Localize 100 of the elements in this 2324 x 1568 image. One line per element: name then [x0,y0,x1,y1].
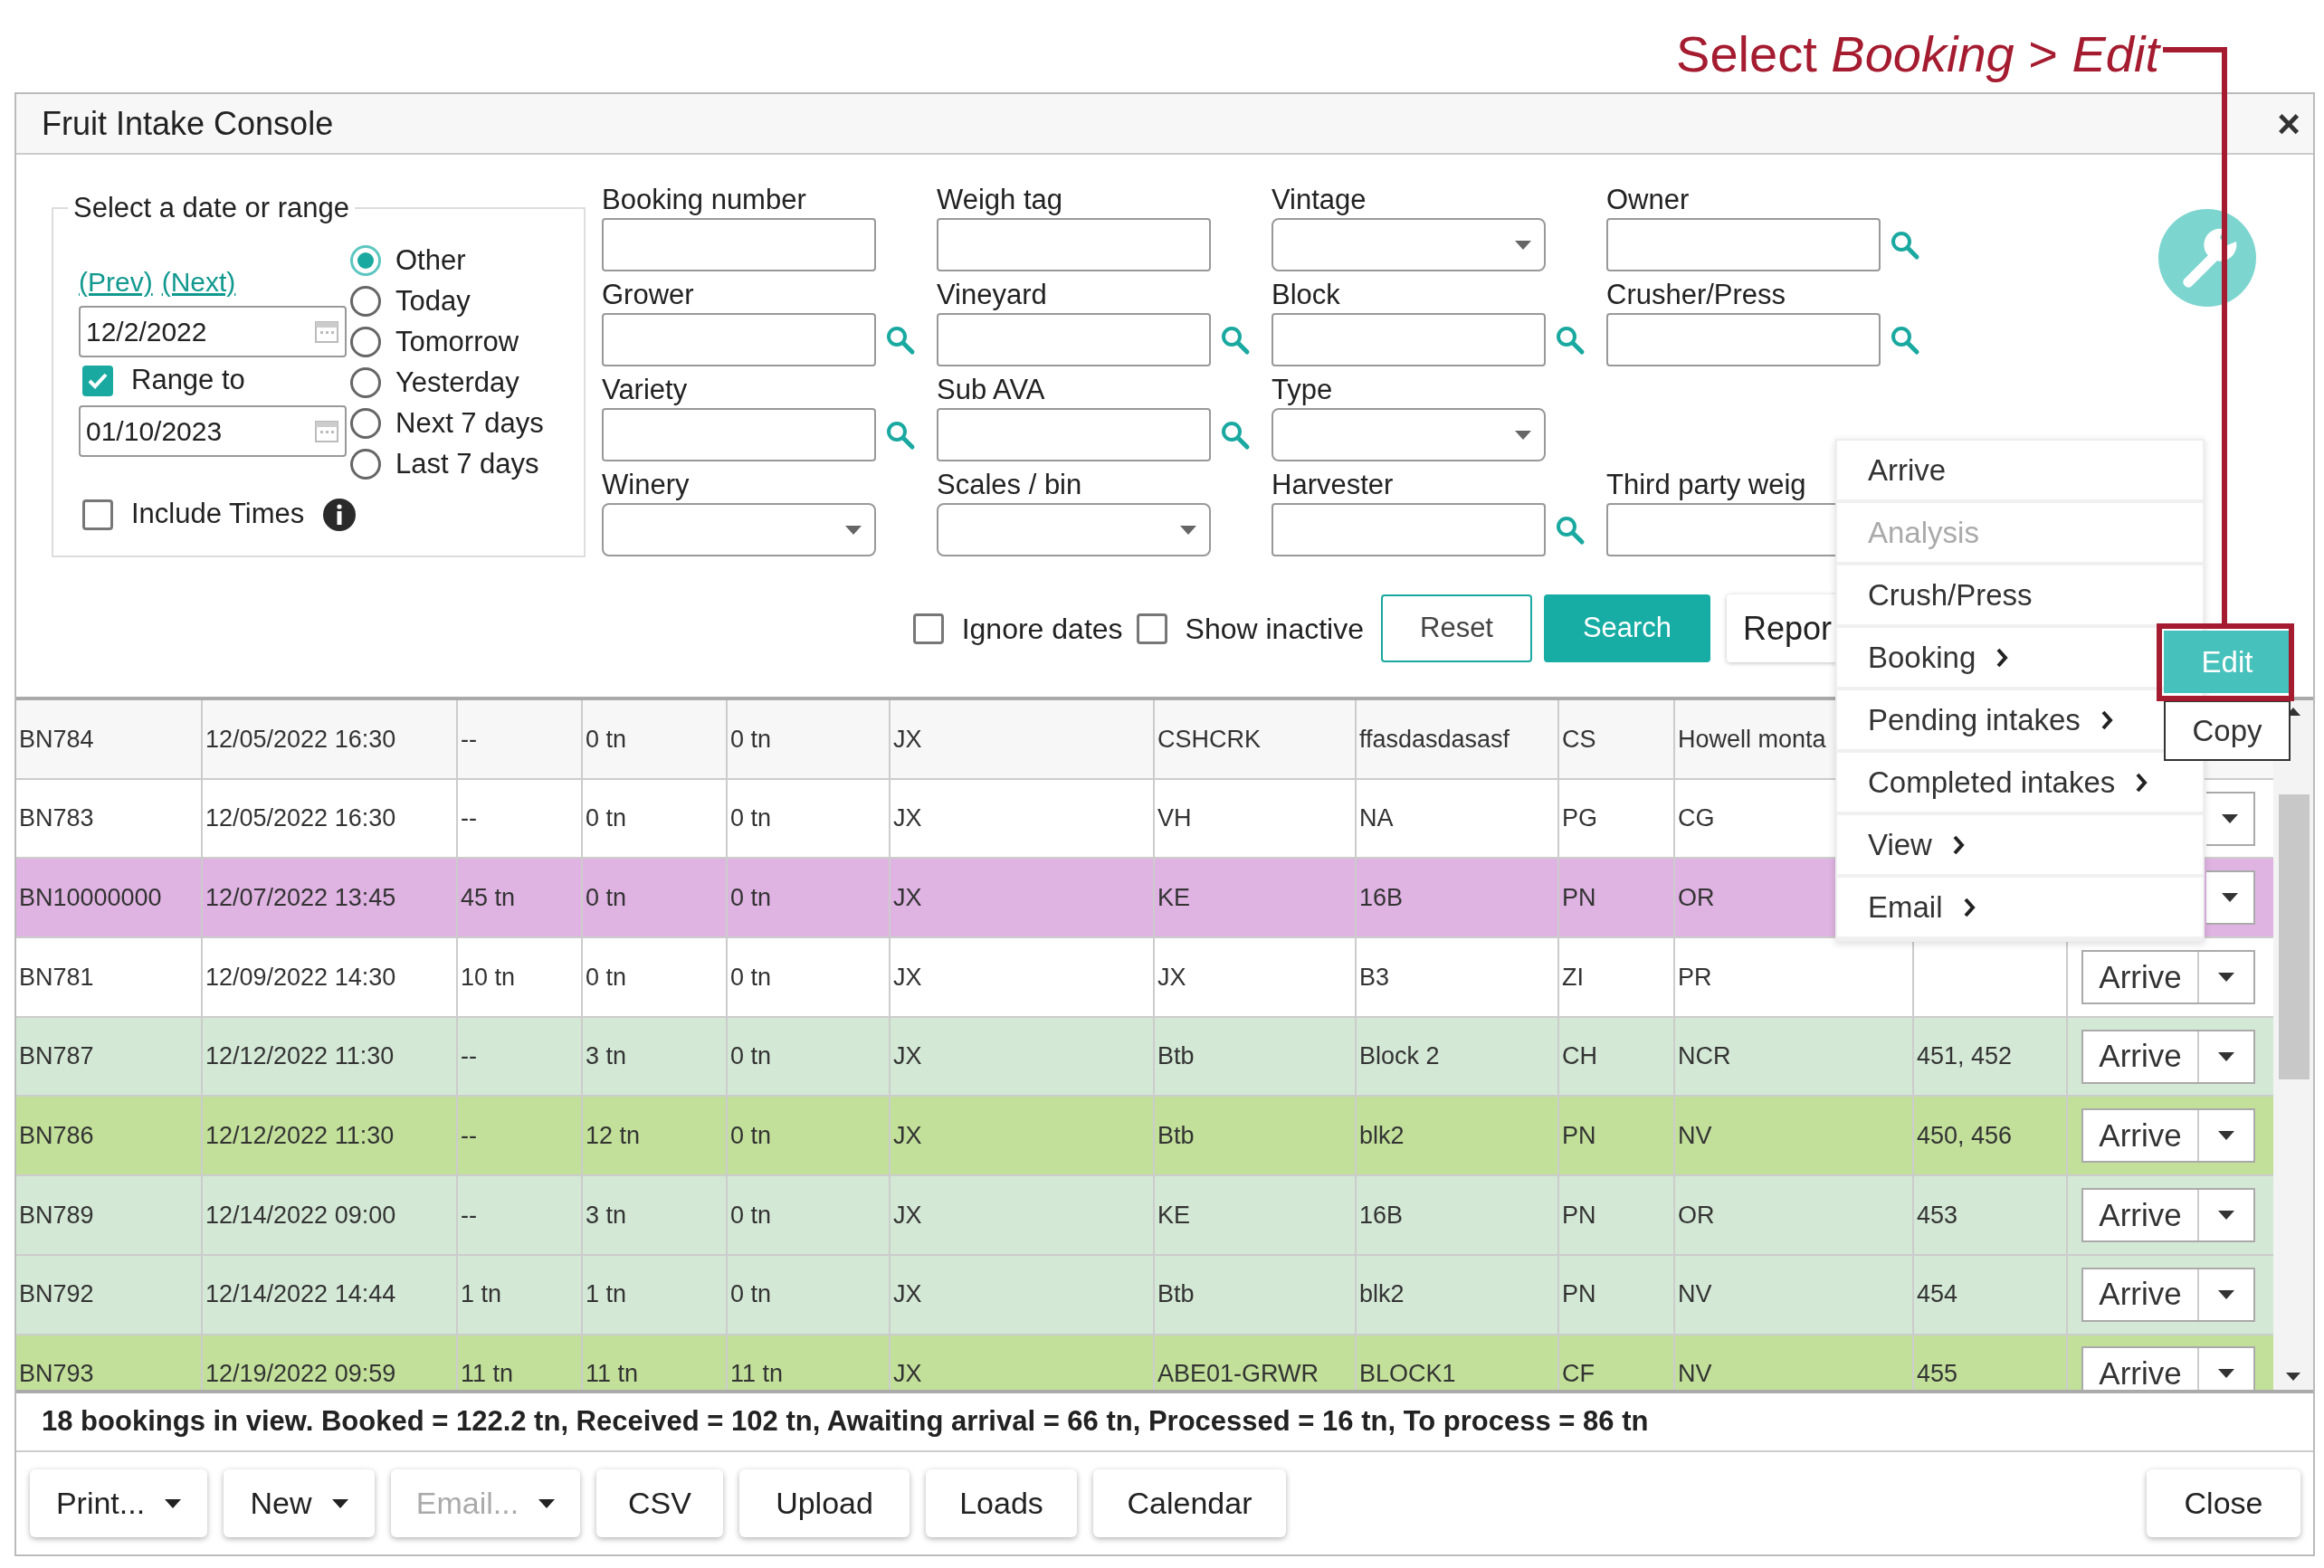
select-field[interactable] [602,503,876,556]
date-link[interactable]: (Next) [161,261,236,302]
input-field[interactable] [1606,218,1881,271]
field-label: Booking number [602,184,806,216]
wrench-icon[interactable] [2157,207,2258,309]
table-row[interactable]: BN793 12/19/2022 09:59 11 tn 11 tn 11 tn JX ABE01-GRWR BLOCK1 CF NV 455 Arrive [16,1335,2273,1390]
table-cell-text: 10 tn [461,962,516,993]
radio-button[interactable] [350,367,381,398]
table-cell-text: BN793 [19,1359,94,1390]
field-label: Vintage [1272,184,1367,216]
radio-button[interactable] [350,408,381,439]
table-cell-text: 1 tn [586,1279,627,1310]
radio-button[interactable] [350,286,381,317]
select-field[interactable] [937,503,1211,556]
field-label: Variety [602,374,688,406]
input-field[interactable] [1606,313,1881,366]
table-cell-text: BN784 [19,724,94,755]
footer-button[interactable]: Calendar [1093,1469,1286,1537]
menu-item[interactable]: Crush/Press [1837,565,2203,628]
table-cell-text: 12/12/2022 11:30 [205,1041,395,1072]
table-cell-text: 16B [1359,1200,1404,1231]
table-cell-text: PR [1678,962,1712,993]
input-field[interactable] [937,218,1211,271]
dropdown-button[interactable] [2206,791,2255,846]
menu-item[interactable]: Arrive [1837,441,2203,503]
start-date-field[interactable]: 12/2/2022 [79,305,347,357]
table-cell-text: JX [893,882,922,913]
chevron-right-icon [2135,772,2148,793]
field-label: Vineyard [937,279,1047,311]
search-icon[interactable] [1220,419,1251,451]
radio-button[interactable] [350,327,381,357]
footer-button[interactable]: Upload [739,1469,910,1537]
table-row[interactable]: BN781 12/09/2022 14:30 10 tn 0 tn 0 tn JX JX B3 ZI PR Arrive [16,938,2273,1018]
action-button[interactable]: Reset [1381,594,1532,662]
input-field[interactable] [1272,313,1546,366]
search-icon[interactable] [1890,229,1920,261]
search-icon[interactable] [1555,324,1586,356]
scroll-down-icon[interactable] [2284,1372,2302,1383]
table-row[interactable]: BN789 12/14/2022 09:00 -- 3 tn 0 tn JX KE 16B PN OR 453 Arrive [16,1176,2273,1256]
table-cell-text: 0 tn [586,724,627,755]
range-checkbox[interactable] [82,365,113,396]
include-times-checkbox[interactable] [82,499,113,530]
caret-icon [2218,1210,2234,1220]
search-icon[interactable] [885,419,916,451]
radio-label: Yesterday [395,365,519,400]
field-label: Crusher/Press [1606,279,1786,311]
dropdown-button[interactable] [2206,870,2255,926]
checkbox[interactable] [1136,613,1167,644]
caret-icon [2222,893,2238,903]
table-cell-text: BN786 [19,1121,94,1152]
search-icon[interactable] [885,324,916,356]
input-field[interactable] [602,218,876,271]
end-date-field[interactable]: 01/10/2023 [79,404,347,457]
input-field[interactable] [602,408,876,461]
select-field[interactable] [1272,408,1546,461]
table-row[interactable]: BN786 12/12/2022 11:30 -- 12 tn 0 tn JX Btb blk2 PN NV 450, 456 Arrive [16,1097,2273,1177]
range-label: Range to [131,363,245,398]
table-cell-text: 11 tn [461,1359,514,1390]
table-cell-text: 12/14/2022 09:00 [205,1200,396,1231]
table-cell-text: 11 tn [586,1359,639,1390]
table-cell-text: NV [1678,1359,1712,1390]
search-icon[interactable] [1890,324,1920,356]
caret-icon [2218,1131,2234,1141]
input-field[interactable] [937,408,1211,461]
menu-item[interactable]: Email [1837,878,2203,940]
table-cell-text: JX [893,724,922,755]
footer-button[interactable]: Loads [926,1469,1077,1537]
radio-button[interactable] [350,245,381,276]
search-icon[interactable] [1220,324,1251,356]
close-button[interactable]: × [2277,103,2300,144]
input-field[interactable] [602,313,876,366]
footer-button[interactable]: Print... [30,1469,207,1537]
scrollbar[interactable] [2273,700,2313,1390]
field-label: Type [1272,374,1333,406]
menu-item[interactable]: View [1837,815,2203,878]
date-link[interactable]: (Prev) [79,261,153,302]
caret-icon [845,525,862,535]
select-field[interactable] [1272,218,1546,271]
table-row[interactable]: BN787 12/12/2022 11:30 -- 3 tn 0 tn JX Btb Block 2 CH NCR 451, 452 Arrive [16,1017,2273,1098]
scrollbar-thumb[interactable] [2279,794,2310,1079]
search-icon[interactable] [1555,514,1586,546]
table-cell-text: 45 tn [461,882,516,913]
footer-button[interactable]: CSV [596,1469,723,1537]
close-button[interactable]: Close [2147,1469,2300,1537]
table-cell-text: NV [1678,1121,1712,1152]
table-row[interactable]: BN792 12/14/2022 14:44 1 tn 1 tn 0 tn JX Btb blk2 PN NV 454 Arrive [16,1255,2273,1335]
radio-label: Today [395,283,471,318]
table-cell-text: 3 tn [586,1041,627,1072]
submenu-item[interactable]: Copy [2164,700,2291,761]
table-cell-text: 0 tn [586,962,627,993]
radio-button[interactable] [350,449,381,480]
input-field[interactable] [937,313,1211,366]
include-times-label: Include Times [131,497,305,532]
footer-button[interactable]: New [224,1469,375,1537]
checkbox[interactable] [912,613,944,644]
table-cell-text: 1 tn [461,1279,502,1310]
input-field[interactable] [1272,503,1546,556]
table-cell-text: 451, 452 [1917,1041,2013,1072]
table-cell-text: 12/19/2022 09:59 [205,1359,396,1390]
caret-icon [331,1498,348,1508]
